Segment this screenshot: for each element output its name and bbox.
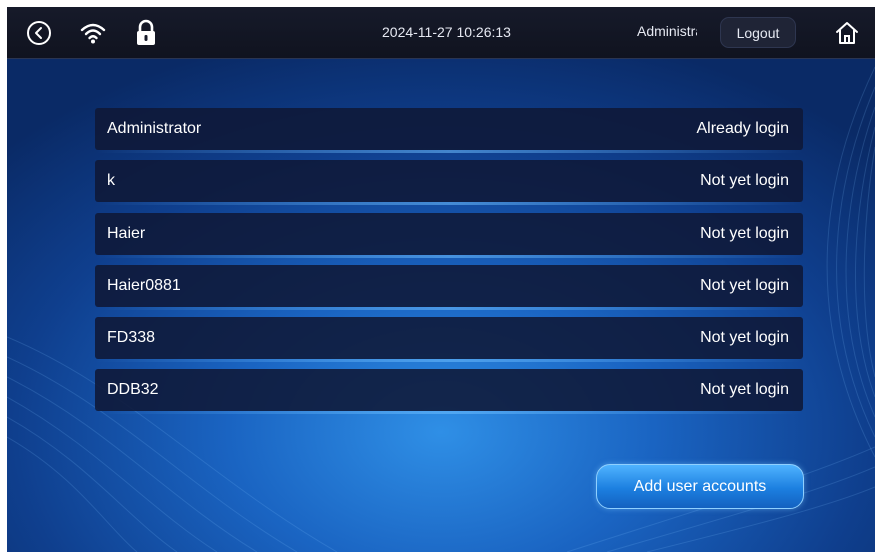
list-item[interactable]: Haier0881 Not yet login [95,264,803,310]
account-name: Administrator [107,120,202,137]
home-icon[interactable] [832,18,862,48]
login-status: Already login [696,120,790,137]
login-status: Not yet login [700,224,789,242]
account-name: DDB32 [107,381,159,399]
login-status: Not yet login [700,276,789,294]
list-item[interactable]: k Not yet login [95,160,803,206]
add-user-accounts-button[interactable]: Add user accounts [596,464,804,509]
login-status: Not yet login [700,172,789,190]
wifi-icon [78,18,108,48]
list-item[interactable]: Haier Not yet login [95,212,803,258]
list-item[interactable]: FD338 Not yet login [95,317,803,363]
list-item[interactable]: Administrator Already login [95,108,803,153]
account-name: Haier0881 [107,276,181,294]
lock-icon[interactable] [131,18,161,48]
list-item[interactable]: DDB32 Not yet login [95,369,803,415]
account-name: FD338 [107,329,156,347]
back-icon[interactable] [24,18,54,48]
current-user-label: Administrator [637,23,697,39]
datetime-display: 2024-11-27 10:26:13 [382,24,511,40]
top-status-bar: 2024-11-27 10:26:13 Administrator Logout [7,7,875,59]
account-name: Haier [107,224,146,242]
account-name: k [107,172,115,190]
login-status: Not yet login [700,329,789,347]
logout-button[interactable]: Logout [720,17,796,48]
user-accounts-screen: 2024-11-27 10:26:13 Administrator Logout… [7,7,875,552]
login-status: Not yet login [700,381,789,399]
user-account-list: Administrator Already login k Not yet lo… [95,108,803,422]
